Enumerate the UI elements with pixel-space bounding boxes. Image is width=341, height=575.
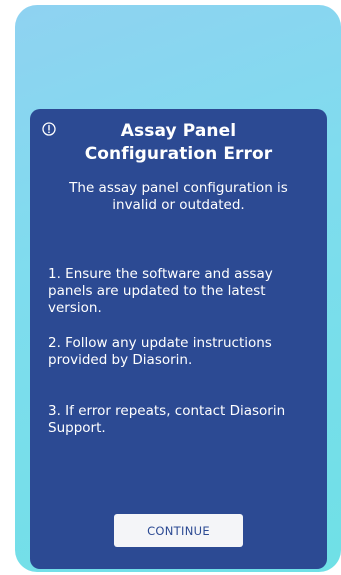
- instruction-step-3: 3. If error repeats, contact Diasorin Su…: [48, 403, 286, 436]
- instruction-step-2: 2. Follow any update instructions provid…: [48, 335, 272, 368]
- continue-button[interactable]: CONTINUE: [114, 514, 243, 547]
- instruction-step-1: 1. Ensure the software and assay panels …: [48, 266, 273, 316]
- device-screen: Assay Panel Configuration Error The assa…: [15, 5, 341, 572]
- dialog-message: The assay panel configuration is invalid…: [69, 180, 288, 213]
- error-dialog: Assay Panel Configuration Error The assa…: [30, 109, 327, 569]
- dialog-title: Assay Panel Configuration Error: [84, 121, 273, 164]
- info-circle-icon: [42, 122, 56, 136]
